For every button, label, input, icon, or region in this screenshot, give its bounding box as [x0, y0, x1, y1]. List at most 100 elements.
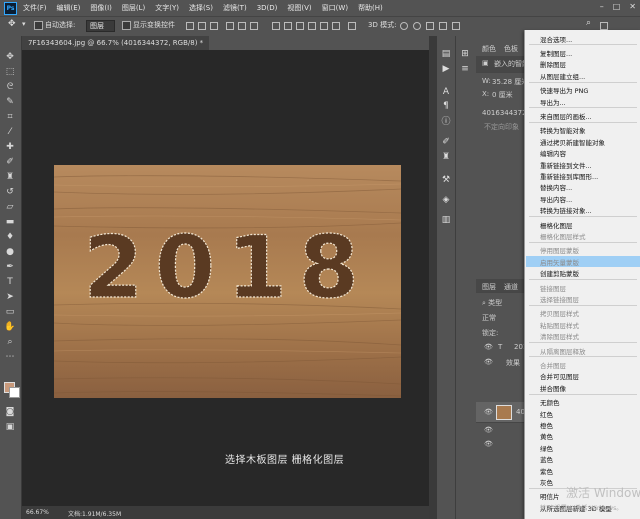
quick-mask-icon[interactable]: ◙ — [4, 406, 16, 418]
context-menu-item[interactable]: 复制图层... — [540, 48, 572, 58]
align-left-icon[interactable] — [226, 22, 234, 30]
wood-board-image[interactable]: 2018 — [54, 165, 401, 398]
menu-window[interactable]: 窗口(W) — [322, 3, 348, 13]
brush-settings-icon[interactable]: ✐ — [440, 136, 452, 148]
menu-help[interactable]: 帮助(H) — [358, 3, 383, 13]
layer-effects-label[interactable]: 效果 — [506, 358, 520, 368]
context-menu-item[interactable]: 转换为智能对象 — [540, 125, 586, 135]
distribute-left-icon[interactable] — [308, 22, 316, 30]
actions-panel-icon[interactable]: ▶ — [440, 63, 452, 75]
distribute-middle-icon[interactable] — [284, 22, 292, 30]
menu-3d[interactable]: 3D(D) — [257, 4, 278, 12]
menu-edit[interactable]: 编辑(E) — [57, 3, 81, 13]
healing-brush-icon[interactable]: ✚ — [4, 141, 16, 153]
context-menu-item[interactable]: 橙色 — [540, 420, 553, 430]
menu-image[interactable]: 图像(I) — [90, 3, 112, 13]
context-menu-item[interactable]: 黄色 — [540, 431, 553, 441]
distribute-center-icon[interactable] — [320, 22, 328, 30]
more-tools-icon[interactable]: ⋯ — [4, 351, 16, 363]
visibility-eye-icon[interactable]: 👁 — [484, 440, 493, 448]
context-menu-item[interactable]: 栅格化图层 — [540, 220, 573, 230]
auto-select-dropdown[interactable]: 图层 — [86, 20, 115, 32]
visibility-eye-icon[interactable]: 👁 — [484, 408, 493, 416]
tool-preset-arrow-icon[interactable]: ▾ — [22, 20, 26, 28]
distribute-bottom-icon[interactable] — [296, 22, 304, 30]
context-menu-item[interactable]: 导出为... — [540, 97, 566, 107]
context-menu-item[interactable]: 来自图层的画板... — [540, 111, 592, 121]
align-top-icon[interactable] — [186, 22, 194, 30]
3d-slide-icon[interactable] — [439, 22, 447, 30]
distribute-top-icon[interactable] — [272, 22, 280, 30]
visibility-eye-icon[interactable]: 👁 — [484, 358, 493, 366]
context-menu-item[interactable]: 绿色 — [540, 443, 553, 453]
tab-layers[interactable]: 图层 — [482, 282, 496, 292]
tab-channels[interactable]: 通道 — [504, 282, 518, 292]
maximize-icon[interactable]: □ — [613, 2, 621, 11]
eraser-tool-icon[interactable]: ▱ — [4, 201, 16, 213]
context-menu-item[interactable]: 蓝色 — [540, 454, 553, 464]
marquee-tool-icon[interactable]: ⬚ — [4, 66, 16, 78]
screen-mode-icon[interactable]: ▣ — [4, 421, 16, 433]
auto-align-icon[interactable] — [348, 22, 356, 30]
x-value[interactable]: 0 厘米 — [492, 90, 513, 100]
context-menu-item[interactable]: 编辑内容 — [540, 148, 566, 158]
quick-select-tool-icon[interactable]: ✎ — [4, 96, 16, 108]
context-menu-item[interactable]: 导出内容... — [540, 194, 572, 204]
align-center-icon[interactable] — [238, 22, 246, 30]
auto-select-checkbox[interactable]: 自动选择: — [34, 20, 75, 30]
brush-tool-icon[interactable]: ✐ — [4, 156, 16, 168]
w-value[interactable]: 35.28 厘米 — [492, 77, 528, 87]
visibility-eye-icon[interactable]: 👁 — [484, 426, 493, 434]
3d-orbit-icon[interactable] — [400, 22, 408, 30]
visibility-eye-icon[interactable]: 👁 — [484, 343, 493, 351]
close-icon[interactable]: ✕ — [629, 2, 636, 11]
align-bottom-icon[interactable] — [210, 22, 218, 30]
path-select-icon[interactable]: ➤ — [4, 291, 16, 303]
move-tool-icon[interactable]: ✥ — [4, 51, 16, 63]
search-icon[interactable]: ⌕ — [586, 18, 591, 28]
lasso-tool-icon[interactable]: ᘓ — [4, 81, 16, 93]
context-menu-item[interactable]: 合并可见图层 — [540, 371, 579, 381]
menu-view[interactable]: 视图(V) — [287, 3, 311, 13]
blend-mode-dropdown[interactable]: 正常 — [482, 313, 496, 323]
menu-filter[interactable]: 滤镜(T) — [223, 3, 247, 13]
shape-tool-icon[interactable]: ▭ — [4, 306, 16, 318]
menu-file[interactable]: 文件(F) — [23, 3, 47, 13]
context-menu-item[interactable]: 拼合图像 — [540, 383, 566, 393]
clone-source-icon[interactable]: ♜ — [440, 151, 452, 163]
dodge-tool-icon[interactable]: ● — [4, 246, 16, 258]
3d-roll-icon[interactable] — [413, 22, 421, 30]
context-menu-item[interactable]: 红色 — [540, 409, 553, 419]
show-transform-checkbox[interactable]: 显示变换控件 — [122, 20, 175, 30]
menu-type[interactable]: 文字(Y) — [155, 3, 179, 13]
context-menu-item[interactable]: 混合选项... — [540, 34, 572, 44]
context-menu-item[interactable]: 无颜色 — [540, 397, 560, 407]
layer-filter-kind[interactable]: ⌕ 类型 — [482, 298, 502, 308]
zoom-level[interactable]: 66.67% — [26, 509, 49, 516]
3d-pan-icon[interactable] — [426, 22, 434, 30]
align-middle-icon[interactable] — [198, 22, 206, 30]
context-menu-item[interactable]: 转换为链接对象... — [540, 205, 592, 215]
menu-layer[interactable]: 图层(L) — [122, 3, 145, 13]
history-brush-icon[interactable]: ↺ — [4, 186, 16, 198]
hand-tool-icon[interactable]: ✋ — [4, 321, 16, 333]
background-color-swatch[interactable] — [9, 387, 20, 398]
context-menu-item[interactable]: 明信片 — [540, 491, 560, 501]
clone-stamp-icon[interactable]: ♜ — [4, 171, 16, 183]
info-panel-icon[interactable]: ⓘ — [440, 116, 452, 128]
pen-tool-icon[interactable]: ✒ — [4, 261, 16, 273]
gradient-tool-icon[interactable]: ▬ — [4, 216, 16, 228]
paragraph-panel-icon[interactable]: ¶ — [440, 100, 452, 112]
context-menu-item[interactable]: 删除图层 — [540, 59, 566, 69]
context-menu-item[interactable]: 创建剪贴蒙版 — [540, 268, 579, 278]
document-tab[interactable]: 7F16343604.jpg @ 66.7% (4016344372, RGB/… — [22, 36, 210, 50]
properties-panel-icon[interactable]: ▥ — [440, 214, 452, 226]
history-panel-icon[interactable]: ▤ — [440, 48, 452, 60]
context-menu-item[interactable]: 替换内容... — [540, 182, 572, 192]
context-menu-item[interactable]: 重新链接到库图形... — [540, 171, 598, 181]
sliders-icon[interactable]: ≡ — [459, 63, 471, 75]
move-tool-icon[interactable]: ✥ — [8, 19, 16, 29]
3d-panel-icon[interactable]: ◈ — [440, 194, 452, 206]
blur-tool-icon[interactable]: ♦ — [4, 231, 16, 243]
adjustments-icon[interactable]: ⊞ — [459, 48, 471, 60]
